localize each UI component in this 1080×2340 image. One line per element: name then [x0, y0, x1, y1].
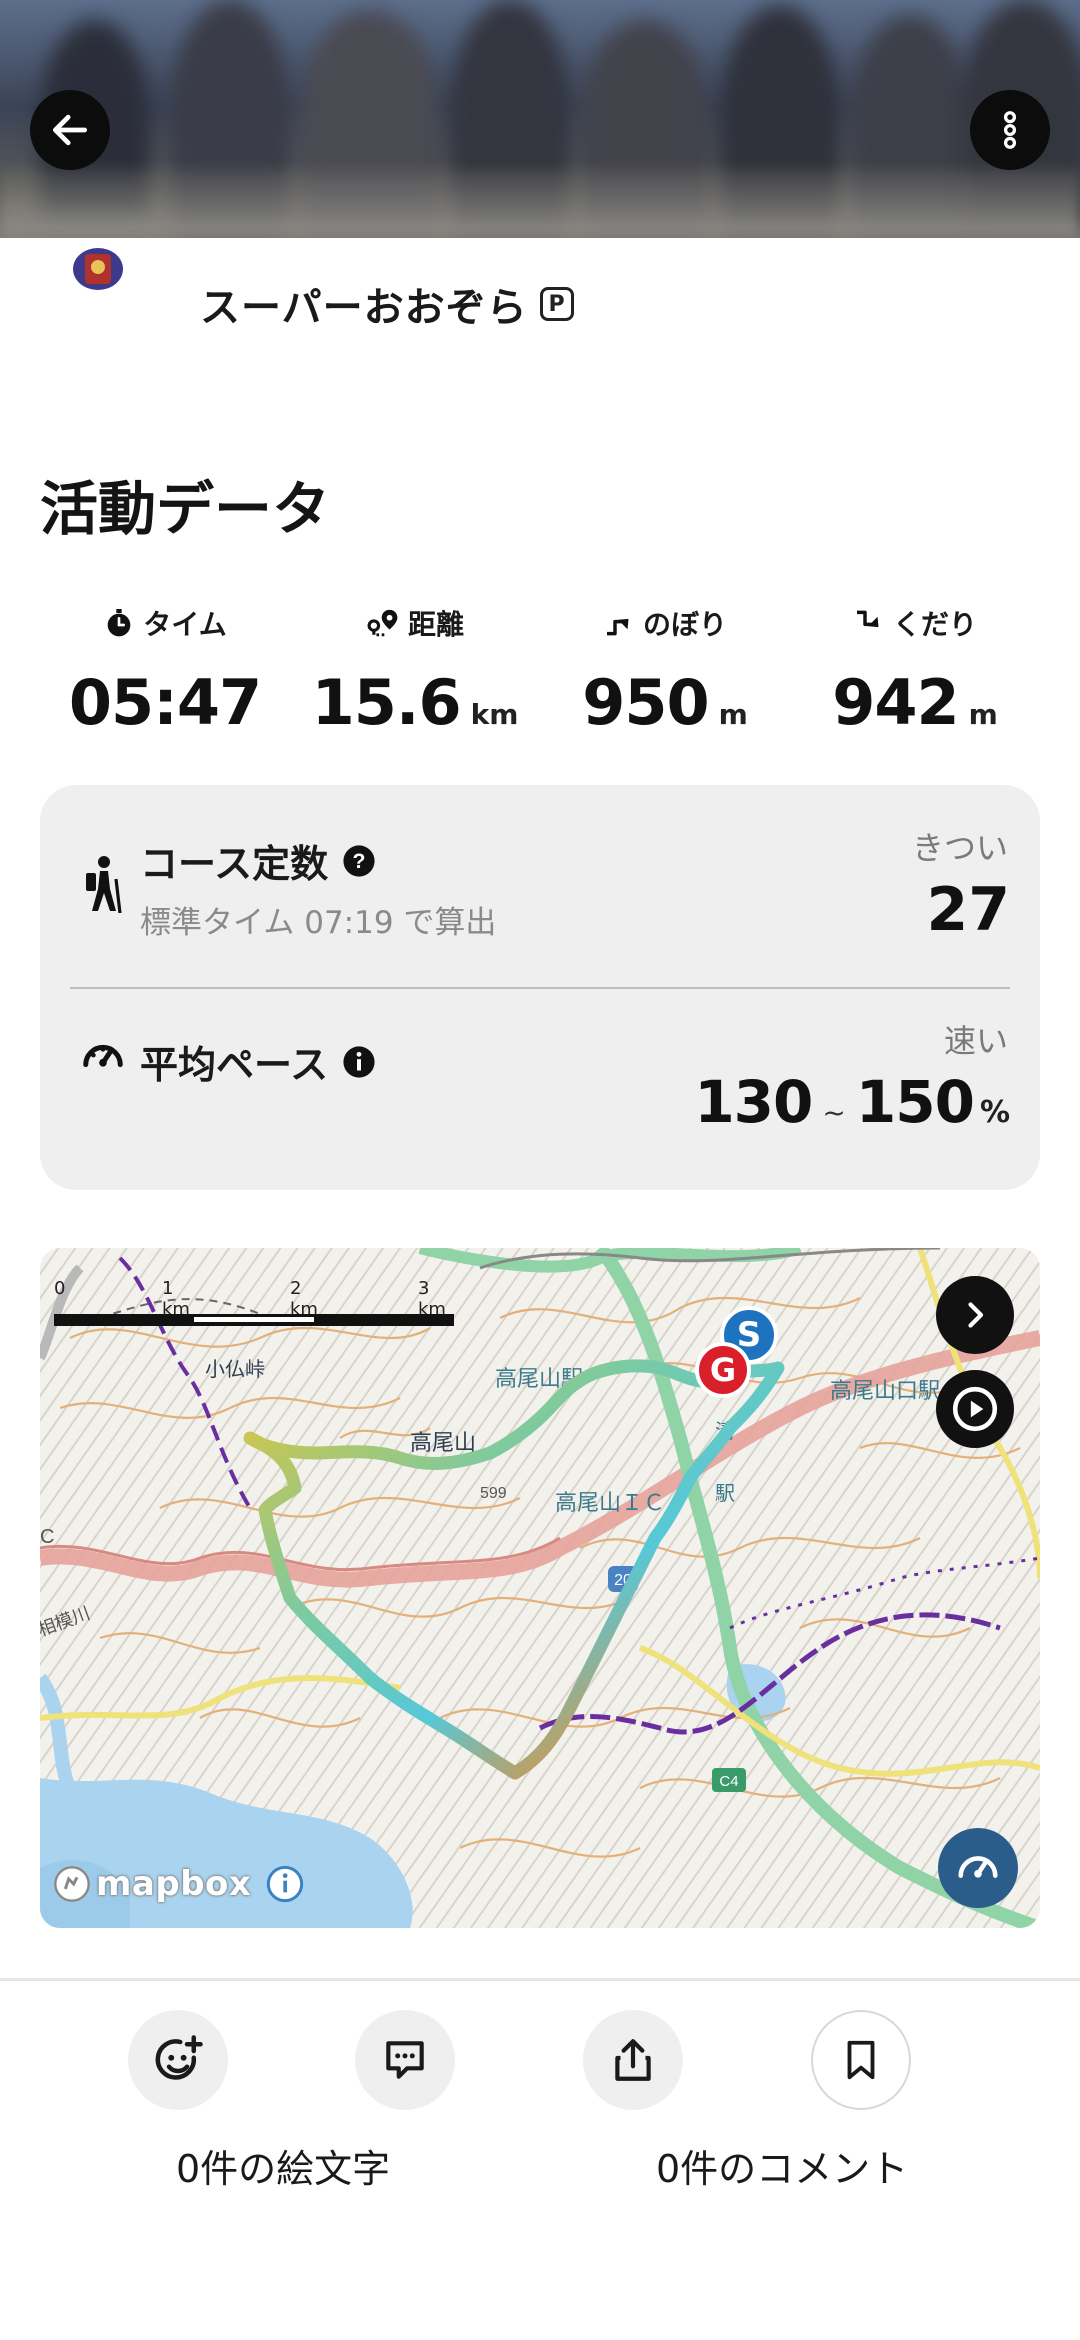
- pace-unit: %: [979, 1095, 1010, 1130]
- stat-value: 15.6: [311, 666, 462, 739]
- pace-separator: ~: [822, 1096, 846, 1129]
- stat-label: タイム: [143, 608, 227, 641]
- ground: [0, 168, 1080, 238]
- average-pace-row[interactable]: 平均ペース 速い 130 ~ 150 %: [40, 988, 1040, 1190]
- stat-label: のぼり: [642, 608, 727, 641]
- stat-label: 距離: [407, 608, 464, 641]
- course-constant-title: コース定数 ?: [140, 833, 376, 888]
- mapbox-logo-icon: [54, 1866, 90, 1902]
- course-constant-subtitle: 標準タイム 07:19 で算出: [140, 905, 497, 941]
- pace-min: 130: [694, 1068, 813, 1136]
- average-pace-value: 130 ~ 150 %: [694, 1068, 1010, 1136]
- route-map[interactable]: 小仏峠 高尾山駅 高尾山 599 高尾山口駅 清 駅 高尾山ＩＣ C 相模川 2…: [40, 1248, 1040, 1928]
- activity-stats: タイム 05:47 距離 15.6 km のぼり 950 m くだり 942 m: [40, 598, 1040, 748]
- goal-marker[interactable]: G: [695, 1342, 751, 1398]
- map-label: C: [40, 1526, 54, 1548]
- stat-value: 942: [832, 666, 959, 739]
- replay-button[interactable]: [936, 1370, 1014, 1448]
- map-label: 高尾山: [410, 1430, 476, 1455]
- scale-label: 0: [54, 1278, 66, 1299]
- activity-metrics-card: コース定数 ? 標準タイム 07:19 で算出 きつい 27 平均ペース 速い …: [40, 785, 1040, 1190]
- stat-unit: km: [470, 698, 519, 731]
- goal-marker-label: G: [709, 1351, 737, 1389]
- mapbox-wordmark: mapbox: [96, 1864, 252, 1904]
- stat-label: くだり: [892, 608, 977, 641]
- arrow-left-icon: [52, 114, 88, 146]
- more-options-button[interactable]: [970, 90, 1050, 170]
- map-label: 小仏峠: [205, 1358, 265, 1381]
- bottom-bar-divider: [0, 1978, 1080, 1981]
- share-button[interactable]: [583, 2010, 683, 2110]
- average-pace-level: 速い: [943, 1022, 1008, 1060]
- add-emoji-button[interactable]: [128, 2010, 228, 2110]
- course-constant-level: きつい: [911, 829, 1008, 867]
- map-label: 高尾山ＩＣ: [555, 1490, 665, 1515]
- help-icon[interactable]: ?: [342, 844, 376, 878]
- hiker-icon: [86, 856, 122, 914]
- distance-pin-icon: [367, 609, 398, 637]
- map-label: C4: [719, 1773, 738, 1790]
- comment-count[interactable]: 0件のコメント: [656, 2138, 908, 2193]
- descent-icon: [856, 610, 879, 628]
- stat-value: 950: [582, 666, 709, 739]
- stat-value: 05:47: [68, 666, 262, 739]
- more-vertical-icon: [1003, 111, 1017, 149]
- info-icon[interactable]: [265, 1864, 305, 1904]
- ascent-icon: [606, 618, 629, 636]
- map-label: 駅: [715, 1483, 735, 1505]
- back-button[interactable]: [30, 90, 110, 170]
- premium-badge: P: [539, 287, 574, 321]
- stat-ascent: のぼり 950 m: [540, 598, 790, 748]
- course-constant-row[interactable]: コース定数 ? 標準タイム 07:19 で算出 きつい 27: [40, 785, 1040, 987]
- comment-button[interactable]: [355, 2010, 455, 2110]
- chevron-right-icon: [968, 1302, 984, 1328]
- info-icon[interactable]: [342, 1045, 376, 1079]
- speedometer-icon: [958, 1856, 998, 1878]
- comment-icon: [386, 2041, 424, 2079]
- stat-unit: m: [968, 698, 998, 731]
- share-icon: [615, 2039, 651, 2081]
- emoji-add-icon: [155, 2035, 203, 2080]
- map-expand-button[interactable]: [936, 1276, 1014, 1354]
- map-label: 高尾山口駅: [830, 1378, 940, 1403]
- page-title: 活動データ: [40, 475, 331, 543]
- emoji-count[interactable]: 0件の絵文字: [176, 2138, 390, 2193]
- average-pace-title: 平均ペース: [140, 1034, 376, 1089]
- map-canvas[interactable]: 小仏峠 高尾山駅 高尾山 599 高尾山口駅 清 駅 高尾山ＩＣ C 相模川 2…: [40, 1248, 1040, 1928]
- speedometer-icon: [83, 1044, 123, 1068]
- pace-color-button[interactable]: [938, 1828, 1018, 1908]
- bookmark-button[interactable]: [811, 2010, 911, 2110]
- bookmark-icon: [847, 2040, 875, 2080]
- mapbox-attribution[interactable]: mapbox: [52, 1864, 305, 1904]
- course-constant-label: コース定数: [140, 842, 329, 886]
- username[interactable]: スーパーおおぞら: [200, 275, 528, 333]
- stat-descent: くだり 942 m: [790, 598, 1040, 748]
- user-info[interactable]: スーパーおおぞら P: [200, 275, 574, 333]
- stopwatch-icon: [107, 609, 131, 637]
- svg-text:?: ?: [353, 849, 366, 873]
- pace-max: 150: [855, 1068, 975, 1136]
- play-circle-icon: [952, 1386, 998, 1432]
- course-constant-value: 27: [926, 875, 1011, 945]
- average-pace-label: 平均ペース: [140, 1043, 329, 1087]
- map-label: 599: [480, 1485, 507, 1502]
- stat-unit: m: [718, 698, 748, 731]
- scale-segment: [194, 1317, 314, 1322]
- stat-distance: 距離 15.6 km: [290, 598, 540, 748]
- avatar[interactable]: [73, 248, 123, 290]
- cover-photo: [0, 0, 1080, 238]
- stat-time: タイム 05:47: [40, 598, 290, 748]
